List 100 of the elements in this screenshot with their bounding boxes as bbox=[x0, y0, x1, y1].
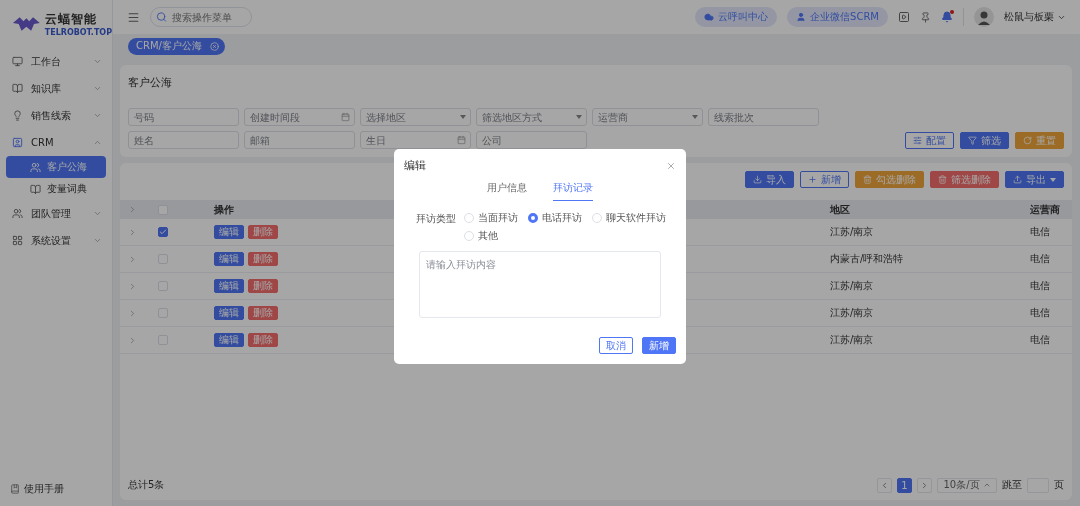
dialog-tab[interactable]: 用户信息 bbox=[487, 181, 527, 201]
radio-option[interactable]: 当面拜访 bbox=[464, 211, 518, 225]
table-cell: 电信 bbox=[1030, 333, 1050, 347]
search-field[interactable]: 搜索操作菜单 bbox=[150, 7, 252, 27]
row-action-button[interactable]: 编辑 bbox=[214, 333, 244, 347]
page-button[interactable]: 1 bbox=[897, 477, 912, 493]
sidebar-item[interactable]: 工作台 bbox=[0, 48, 112, 75]
expand-icon[interactable] bbox=[128, 254, 137, 264]
sidebar-item[interactable]: 系统设置 bbox=[0, 227, 112, 254]
filter-field[interactable]: 选择地区 bbox=[360, 108, 471, 126]
toolbar-button[interactable]: 筛选删除 bbox=[930, 171, 999, 188]
filter-field[interactable]: 筛选地区方式 bbox=[476, 108, 587, 126]
toolbar-button[interactable]: 勾选删除 bbox=[855, 171, 924, 188]
field-label: 拜访类型 bbox=[416, 212, 456, 226]
plus-icon bbox=[808, 175, 817, 184]
visit-content-field[interactable]: 请输入拜访内容 bbox=[419, 251, 661, 318]
row-action-button[interactable]: 删除 bbox=[248, 225, 278, 239]
filter-field[interactable]: 公司 bbox=[476, 131, 587, 149]
expand-icon[interactable] bbox=[128, 281, 137, 291]
row-checkbox[interactable] bbox=[158, 227, 168, 237]
header-pill[interactable]: 企业微信SCRM bbox=[787, 7, 888, 27]
expand-icon[interactable] bbox=[128, 227, 137, 237]
book-icon bbox=[12, 83, 23, 94]
table-cell: 电信 bbox=[1030, 225, 1050, 239]
expand-icon[interactable] bbox=[128, 335, 137, 345]
trash-icon bbox=[863, 175, 872, 184]
table-cell: 电信 bbox=[1030, 279, 1050, 293]
pin-icon[interactable] bbox=[920, 11, 931, 23]
sidebar-subitem[interactable]: 变量词典 bbox=[6, 178, 106, 200]
close-icon[interactable] bbox=[666, 161, 676, 171]
sidebar-item[interactable]: CRM bbox=[0, 129, 112, 156]
row-action-button[interactable]: 编辑 bbox=[214, 279, 244, 293]
chevron-down-icon bbox=[93, 111, 102, 120]
table-cell: 电信 bbox=[1030, 306, 1050, 320]
total-count: 总计5条 bbox=[128, 478, 165, 492]
row-action-button[interactable]: 编辑 bbox=[214, 225, 244, 239]
filter-field[interactable]: 姓名 bbox=[128, 131, 239, 149]
sidebar-item[interactable]: 知识库 bbox=[0, 75, 112, 102]
radio-option[interactable]: 聊天软件拜访 bbox=[592, 211, 666, 225]
sliders-icon bbox=[913, 136, 922, 145]
dialog-title: 编辑 bbox=[404, 159, 426, 173]
next-page-button[interactable] bbox=[917, 477, 932, 493]
brand-name: 云蝠智能 bbox=[44, 11, 98, 28]
filter-field[interactable]: 号码 bbox=[128, 108, 239, 126]
filter-field[interactable]: 创建时间段 bbox=[244, 108, 355, 126]
people-icon bbox=[12, 208, 23, 219]
filter-field[interactable]: 线索批次 bbox=[708, 108, 819, 126]
row-action-button[interactable]: 删除 bbox=[248, 252, 278, 266]
sidebar-item[interactable]: 团队管理 bbox=[0, 200, 112, 227]
download-icon bbox=[753, 175, 762, 184]
table-cell: 电信 bbox=[1030, 252, 1050, 266]
page-tab[interactable]: CRM/客户公海 bbox=[128, 37, 225, 55]
dialog-button[interactable]: 新增 bbox=[642, 337, 676, 354]
sidebar-subitem[interactable]: 客户公海 bbox=[6, 156, 106, 178]
table-cell: 内蒙古/呼和浩特 bbox=[830, 252, 904, 266]
calendar-icon bbox=[341, 112, 350, 122]
row-action-button[interactable]: 编辑 bbox=[214, 306, 244, 320]
refresh-icon bbox=[1023, 136, 1032, 145]
book-icon bbox=[30, 183, 41, 195]
user-menu[interactable]: 松鼠与板栗 bbox=[1004, 10, 1066, 24]
contact-card-icon bbox=[12, 137, 23, 148]
toolbar-button[interactable]: 新增 bbox=[800, 171, 849, 188]
jump-label: 跳至 bbox=[1002, 478, 1022, 492]
filter-field[interactable]: 邮箱 bbox=[244, 131, 355, 149]
row-action-button[interactable]: 删除 bbox=[248, 333, 278, 347]
row-action-button[interactable]: 编辑 bbox=[214, 252, 244, 266]
filter-action-button[interactable]: 筛选 bbox=[960, 132, 1009, 149]
toolbar-button[interactable]: 导出 bbox=[1005, 171, 1064, 188]
page-size-select[interactable]: 10条/页 bbox=[937, 477, 997, 493]
notification-icon[interactable] bbox=[941, 11, 953, 23]
radio-circle[interactable] bbox=[528, 213, 538, 223]
chevron-up-icon bbox=[982, 481, 991, 489]
table-cell: 江苏/南京 bbox=[830, 225, 874, 239]
row-action-button[interactable]: 删除 bbox=[248, 306, 278, 320]
expand-icon[interactable] bbox=[128, 308, 137, 318]
manual-link[interactable]: 使用手册 bbox=[24, 482, 64, 496]
radio-option[interactable]: 其他 bbox=[464, 229, 498, 243]
people-icon bbox=[30, 161, 41, 173]
dialog-button[interactable]: 取消 bbox=[599, 337, 633, 354]
sidebar-item[interactable]: 销售线索 bbox=[0, 102, 112, 129]
menu-icon[interactable] bbox=[127, 10, 140, 24]
header-pill[interactable]: 云呼叫中心 bbox=[695, 7, 778, 27]
expand-icon[interactable] bbox=[128, 205, 137, 214]
cloud-icon bbox=[704, 12, 715, 22]
toolbar-button[interactable]: 导入 bbox=[745, 171, 794, 188]
dialog-tab[interactable]: 拜访记录 bbox=[553, 181, 593, 201]
column-header: 操作 bbox=[214, 202, 234, 217]
filter-field[interactable]: 运营商 bbox=[592, 108, 703, 126]
filter-field[interactable]: 生日 bbox=[360, 131, 471, 149]
trash-icon bbox=[938, 175, 947, 184]
avatar[interactable] bbox=[974, 7, 994, 27]
filter-action-button[interactable]: 配置 bbox=[905, 132, 954, 149]
radio-option[interactable]: 电话拜访 bbox=[528, 211, 582, 225]
play-icon[interactable] bbox=[898, 11, 910, 23]
grid-icon bbox=[12, 235, 23, 246]
filter-action-button[interactable]: 重置 bbox=[1015, 132, 1064, 149]
table-cell: 江苏/南京 bbox=[830, 279, 874, 293]
row-action-button[interactable]: 删除 bbox=[248, 279, 278, 293]
close-icon[interactable] bbox=[209, 41, 219, 51]
prev-page-button[interactable] bbox=[877, 477, 892, 493]
